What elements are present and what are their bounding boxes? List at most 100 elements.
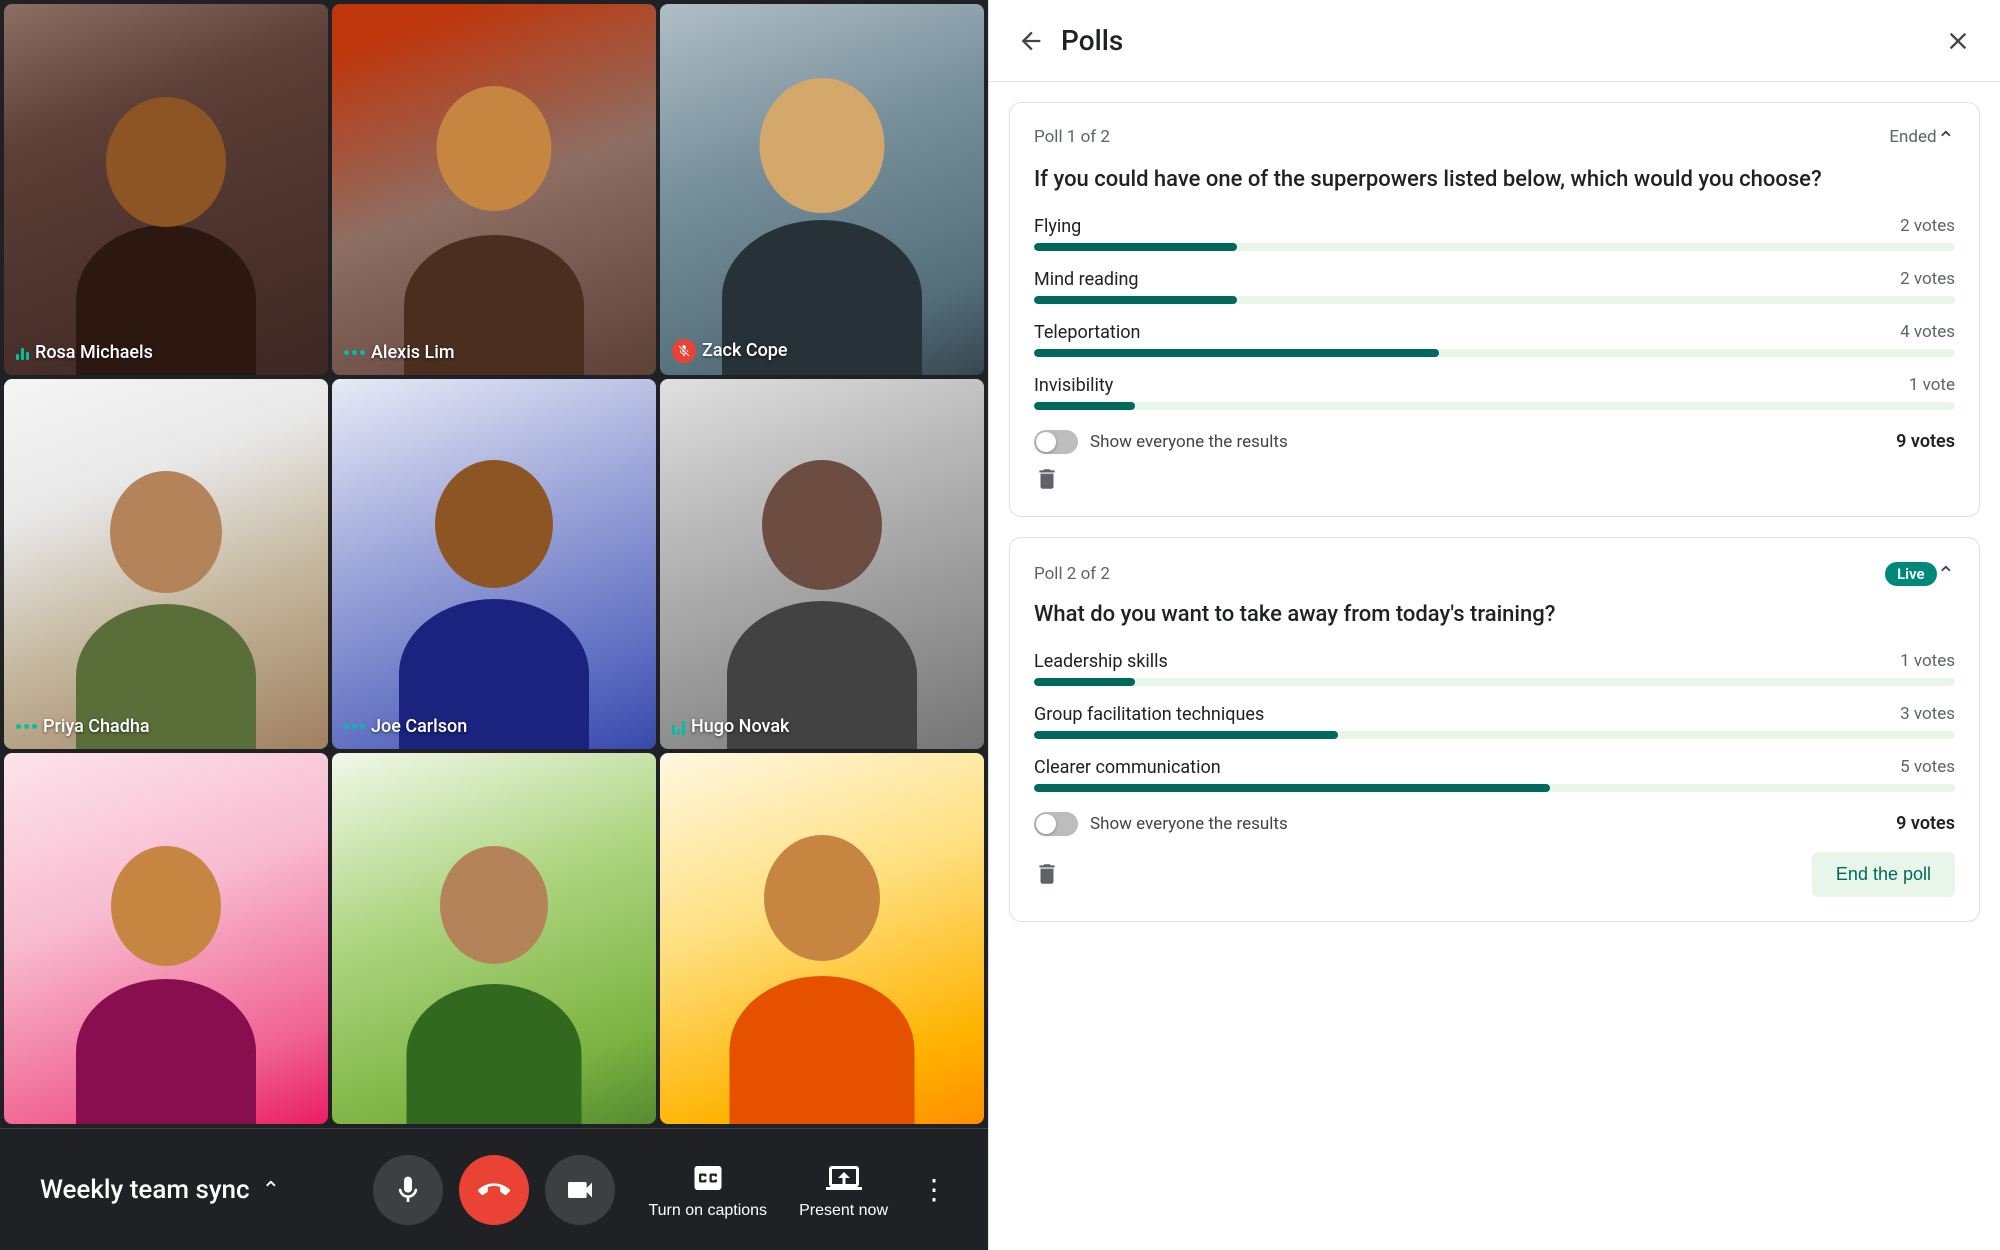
poll1-option-invisibility-label: Invisibility — [1034, 375, 1113, 396]
poll1-option-invisibility: Invisibility 1 vote — [1034, 375, 1955, 410]
poll2-option-communication-label: Clearer communication — [1034, 757, 1221, 778]
poll1-bar-mindreading-fill — [1034, 296, 1237, 304]
more-options-button[interactable]: ⋮ — [920, 1173, 948, 1206]
poll1-option-invisibility-votes: 1 vote — [1909, 375, 1955, 395]
poll2-footer: Show everyone the results 9 votes — [1034, 812, 1955, 836]
poll1-status: Ended — [1889, 127, 1936, 147]
end-call-button[interactable] — [459, 1155, 529, 1225]
meeting-chevron-button[interactable]: ⌃ — [262, 1177, 280, 1203]
video-cell-alexis: Alexis Lim — [332, 4, 656, 375]
poll2-bar-leadership-fill — [1034, 678, 1135, 686]
right-controls: Turn on captions Present now ⋮ — [628, 1160, 948, 1220]
poll1-question: If you could have one of the superpowers… — [1034, 165, 1955, 196]
poll1-option-flying-votes: 2 votes — [1900, 216, 1955, 236]
main-layout: Rosa Michaels Alexis Lim — [0, 0, 2000, 1250]
present-icon — [826, 1160, 862, 1196]
close-icon — [1944, 27, 1972, 55]
panel-header: Polls — [989, 0, 2000, 82]
present-button[interactable]: Present now — [799, 1160, 888, 1220]
camera-button[interactable] — [545, 1155, 615, 1225]
end-poll-button[interactable]: End the poll — [1812, 852, 1955, 897]
poll1-delete-button[interactable] — [1034, 466, 1060, 492]
participant-name-rosa: Rosa Michaels — [16, 342, 153, 363]
poll1-bar-invisibility-fill — [1034, 402, 1135, 410]
video-grid-wrapper: Rosa Michaels Alexis Lim — [0, 0, 988, 1128]
poll1-bar-mindreading-track — [1034, 296, 1955, 304]
poll2-bar-leadership-track — [1034, 678, 1955, 686]
poll2-actions: End the poll — [1034, 852, 1955, 897]
participant-name-zack: Zack Cope — [672, 339, 788, 363]
poll1-header: Poll 1 of 2 Ended ⌃ — [1034, 127, 1955, 153]
mic-button[interactable] — [373, 1155, 443, 1225]
poll1-show-results-row: Show everyone the results — [1034, 430, 1288, 454]
poll1-show-results-toggle[interactable] — [1034, 430, 1078, 454]
poll1-show-results-label: Show everyone the results — [1090, 432, 1288, 452]
poll-card-1: Poll 1 of 2 Ended ⌃ If you could have on… — [1009, 102, 1980, 517]
poll2-delete-button[interactable] — [1034, 861, 1060, 887]
poll2-total-votes: 9 votes — [1896, 813, 1955, 834]
poll1-footer: Show everyone the results 9 votes — [1034, 430, 1955, 454]
delete-icon-2 — [1034, 861, 1060, 887]
poll2-bar-group-fill — [1034, 731, 1338, 739]
participant-name-joe: Joe Carlson — [344, 716, 467, 737]
meeting-title: Weekly team sync — [40, 1175, 250, 1205]
poll2-question: What do you want to take away from today… — [1034, 600, 1955, 631]
polls-panel: Polls Poll 1 of 2 Ended ⌃ If you could h… — [988, 0, 2000, 1250]
center-controls — [373, 1155, 615, 1225]
poll2-option-communication: Clearer communication 5 votes — [1034, 757, 1955, 792]
poll1-collapse-button[interactable]: ⌃ — [1937, 127, 1955, 153]
poll2-option-group-label: Group facilitation techniques — [1034, 704, 1264, 725]
poll1-bar-teleportation-fill — [1034, 349, 1439, 357]
video-cell-hugo: Hugo Novak — [660, 379, 984, 750]
panel-back-button[interactable] — [1017, 27, 1045, 55]
participant-name-priya: Priya Chadha — [16, 716, 150, 737]
poll1-num: Poll 1 of 2 — [1034, 127, 1110, 147]
back-arrow-icon — [1017, 27, 1045, 55]
captions-icon — [690, 1160, 726, 1196]
video-cell-p8 — [332, 753, 656, 1124]
captions-label: Turn on captions — [648, 1202, 767, 1220]
video-cell-joe: Joe Carlson — [332, 379, 656, 750]
poll2-collapse-button[interactable]: ⌃ — [1937, 562, 1955, 588]
muted-badge-zack — [672, 339, 696, 363]
present-label: Present now — [799, 1202, 888, 1220]
poll1-option-teleportation-label: Teleportation — [1034, 322, 1140, 343]
audio-bars-hugo — [672, 719, 685, 735]
poll1-option-flying: Flying 2 votes — [1034, 216, 1955, 251]
poll1-option-teleportation-votes: 4 votes — [1900, 322, 1955, 342]
captions-button[interactable]: Turn on captions — [648, 1160, 767, 1220]
poll1-option-mindreading: Mind reading 2 votes — [1034, 269, 1955, 304]
video-cell-rosa: Rosa Michaels — [4, 4, 328, 375]
poll2-show-results-toggle[interactable] — [1034, 812, 1078, 836]
polls-body: Poll 1 of 2 Ended ⌃ If you could have on… — [989, 82, 2000, 1250]
video-cell-p9 — [660, 753, 984, 1124]
poll1-bar-invisibility-track — [1034, 402, 1955, 410]
delete-icon — [1034, 466, 1060, 492]
audio-bars-rosa — [16, 344, 29, 360]
poll-card-2: Poll 2 of 2 Live ⌃ What do you want to t… — [1009, 537, 1980, 922]
poll2-bar-group-track — [1034, 731, 1955, 739]
panel-close-button[interactable] — [1944, 27, 1972, 55]
poll1-bar-teleportation-track — [1034, 349, 1955, 357]
poll1-option-flying-label: Flying — [1034, 216, 1081, 237]
end-call-icon — [478, 1174, 510, 1206]
dots-joe — [344, 724, 365, 729]
camera-icon — [564, 1174, 596, 1206]
poll2-option-communication-votes: 5 votes — [1900, 757, 1955, 777]
video-cell-zack: Zack Cope — [660, 4, 984, 375]
left-panel: Rosa Michaels Alexis Lim — [0, 0, 988, 1250]
poll1-option-mindreading-label: Mind reading — [1034, 269, 1139, 290]
poll2-option-leadership-label: Leadership skills — [1034, 651, 1168, 672]
video-cell-p7 — [4, 753, 328, 1124]
video-grid: Rosa Michaels Alexis Lim — [4, 4, 984, 1124]
poll2-show-results-label: Show everyone the results — [1090, 814, 1288, 834]
poll1-total-votes: 9 votes — [1896, 431, 1955, 452]
poll2-option-group-votes: 3 votes — [1900, 704, 1955, 724]
meeting-title-area: Weekly team sync ⌃ — [40, 1175, 360, 1205]
poll2-status: Live — [1885, 562, 1937, 586]
mic-icon — [392, 1174, 424, 1206]
dots-alexis — [344, 350, 365, 355]
poll1-option-teleportation: Teleportation 4 votes — [1034, 322, 1955, 357]
poll2-meta: Poll 2 of 2 Live — [1034, 562, 1937, 586]
poll2-option-group: Group facilitation techniques 3 votes — [1034, 704, 1955, 739]
